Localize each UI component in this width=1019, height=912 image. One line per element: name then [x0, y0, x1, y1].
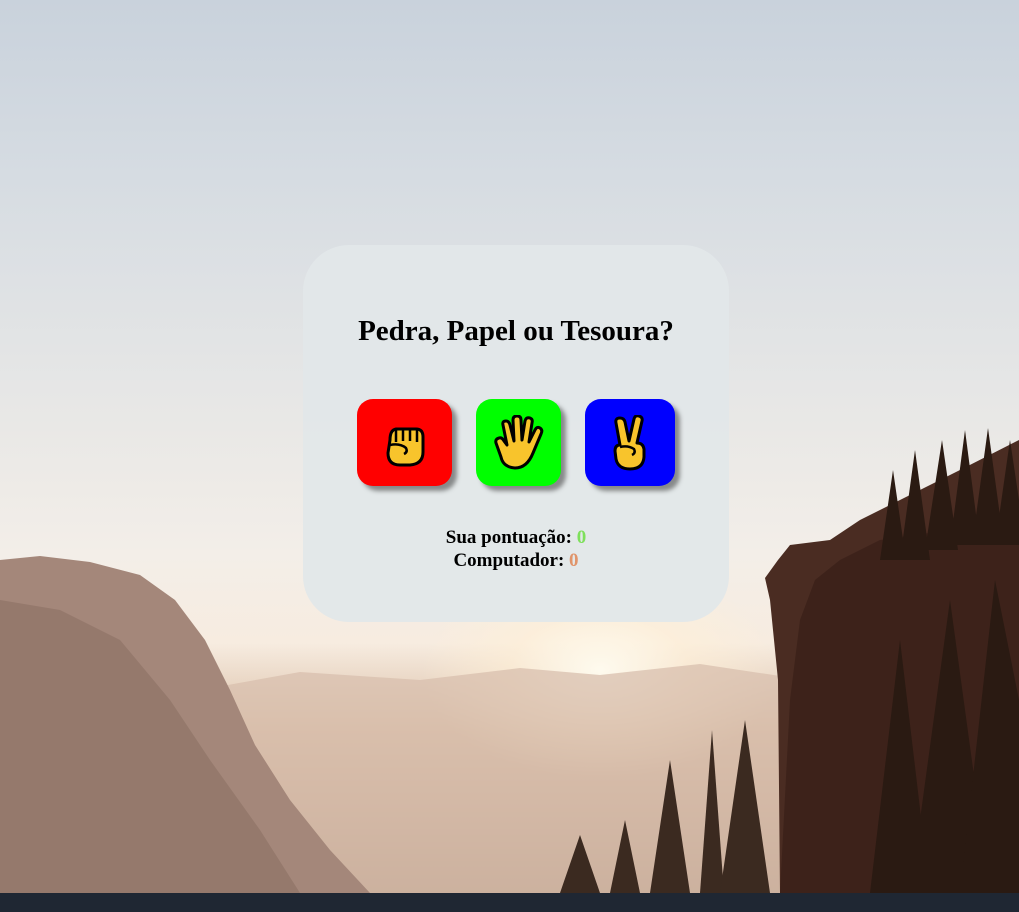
victory-hand-icon [613, 414, 646, 470]
scoreboard: Sua pontuação: 0 Computador: 0 [303, 526, 729, 572]
rock-button[interactable] [357, 399, 452, 486]
page-title: Pedra, Papel ou Tesoura? [358, 315, 674, 347]
open-hand-icon [493, 414, 543, 469]
bottom-bar [0, 893, 1019, 912]
game-card: Pedra, Papel ou Tesoura? Sua pontuação: … [303, 245, 729, 622]
cpu-score-line: Computador: 0 [303, 549, 729, 572]
paper-button[interactable] [476, 399, 561, 486]
choices-row [303, 399, 729, 489]
cpu-score-label: Computador: [453, 550, 565, 571]
user-score-line: Sua pontuação: 0 [303, 526, 729, 549]
fist-icon [385, 427, 424, 466]
user-score-label: Sua pontuação: [445, 527, 572, 548]
scissors-button[interactable] [585, 399, 675, 486]
user-score-value: 0 [576, 527, 587, 548]
cpu-score-value: 0 [569, 550, 579, 571]
